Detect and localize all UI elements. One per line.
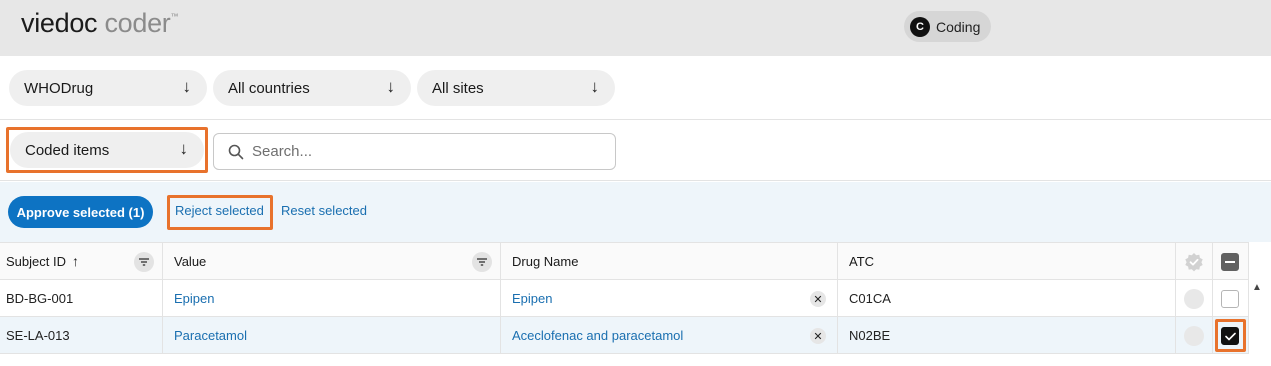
- select-cell: [1213, 280, 1249, 316]
- drug-name-cell: Epipen ✕: [501, 280, 838, 316]
- atc-cell: N02BE: [838, 317, 1176, 353]
- search-icon: [228, 144, 244, 159]
- filter-icon[interactable]: [134, 252, 154, 272]
- value-link[interactable]: Epipen: [163, 280, 501, 316]
- select-cell: [1213, 317, 1249, 353]
- logo-trademark: ™: [170, 12, 179, 21]
- search-input[interactable]: [252, 143, 592, 160]
- table-row[interactable]: SE-LA-013 Paracetamol Aceclofenac and pa…: [0, 317, 1249, 354]
- column-header-status: [1176, 243, 1213, 279]
- table-row[interactable]: BD-BG-001 Epipen Epipen ✕ C01CA: [0, 280, 1249, 317]
- drug-name-link[interactable]: Aceclofenac and paracetamol: [512, 328, 683, 343]
- countries-select-value: All countries: [228, 79, 310, 97]
- sort-ascending-icon[interactable]: ↑: [72, 253, 79, 269]
- status-cell: [1176, 317, 1213, 353]
- column-header-select-all: [1213, 243, 1249, 279]
- status-indicator: [1184, 326, 1204, 346]
- countries-select[interactable]: All countries ↓: [213, 70, 411, 106]
- column-header-atc[interactable]: ATC: [838, 243, 1176, 279]
- scroll-up-icon[interactable]: ▲: [1252, 282, 1262, 293]
- column-header-label: ATC: [849, 253, 875, 269]
- arrow-down-icon: ↓: [182, 77, 192, 96]
- status-cell: [1176, 280, 1213, 316]
- table-header-row: Subject ID ↑ Value Drug Name ATC: [0, 242, 1249, 280]
- filter-icon[interactable]: [472, 252, 492, 272]
- logo-product: coder: [104, 8, 171, 38]
- dictionary-select[interactable]: WHODrug ↓: [9, 70, 207, 106]
- dictionary-select-value: WHODrug: [24, 79, 94, 97]
- bulk-action-bar: Approve selected (1) Reject selected Res…: [0, 182, 1271, 242]
- app-header: viedoc coder ™ C Coding: [0, 0, 1271, 56]
- app-logo[interactable]: viedoc coder ™: [21, 8, 178, 39]
- select-all-checkbox[interactable]: [1221, 253, 1239, 271]
- user-role-chip[interactable]: C Coding: [904, 11, 991, 42]
- row-checkbox[interactable]: [1221, 290, 1239, 308]
- search-box[interactable]: [213, 133, 616, 170]
- highlight-frame: [167, 195, 273, 230]
- column-header-label: Value: [174, 253, 207, 269]
- status-indicator: [1184, 289, 1204, 309]
- logo-brand: viedoc: [21, 8, 98, 38]
- value-link[interactable]: Paracetamol: [163, 317, 501, 353]
- item-filter-row: Coded items ↓: [0, 121, 1271, 181]
- clear-coding-icon[interactable]: ✕: [810, 291, 826, 307]
- column-header-drug-name[interactable]: Drug Name: [501, 243, 838, 279]
- approve-selected-button[interactable]: Approve selected (1): [8, 196, 153, 228]
- subject-id-cell: SE-LA-013: [0, 317, 163, 353]
- reset-selected-button[interactable]: Reset selected: [281, 203, 367, 218]
- atc-cell: C01CA: [838, 280, 1176, 316]
- drug-name-cell: Aceclofenac and paracetamol ✕: [501, 317, 838, 353]
- highlight-frame: [1215, 319, 1246, 352]
- column-header-label: Subject ID: [6, 253, 66, 269]
- highlight-frame: [6, 127, 208, 173]
- sites-select-value: All sites: [432, 79, 484, 97]
- arrow-down-icon: ↓: [590, 77, 600, 96]
- column-header-value[interactable]: Value: [163, 243, 501, 279]
- approved-seal-icon: [1185, 253, 1203, 272]
- sites-select[interactable]: All sites ↓: [417, 70, 615, 106]
- user-avatar: C: [910, 16, 930, 37]
- drug-name-link[interactable]: Epipen: [512, 291, 552, 306]
- arrow-down-icon: ↓: [386, 77, 396, 96]
- subject-id-cell: BD-BG-001: [0, 280, 163, 316]
- column-header-label: Drug Name: [512, 253, 579, 269]
- filter-row: WHODrug ↓ All countries ↓ All sites ↓: [0, 56, 1271, 120]
- clear-coding-icon[interactable]: ✕: [810, 328, 826, 344]
- column-header-subject-id[interactable]: Subject ID ↑: [0, 243, 163, 279]
- user-role-label: Coding: [936, 18, 981, 35]
